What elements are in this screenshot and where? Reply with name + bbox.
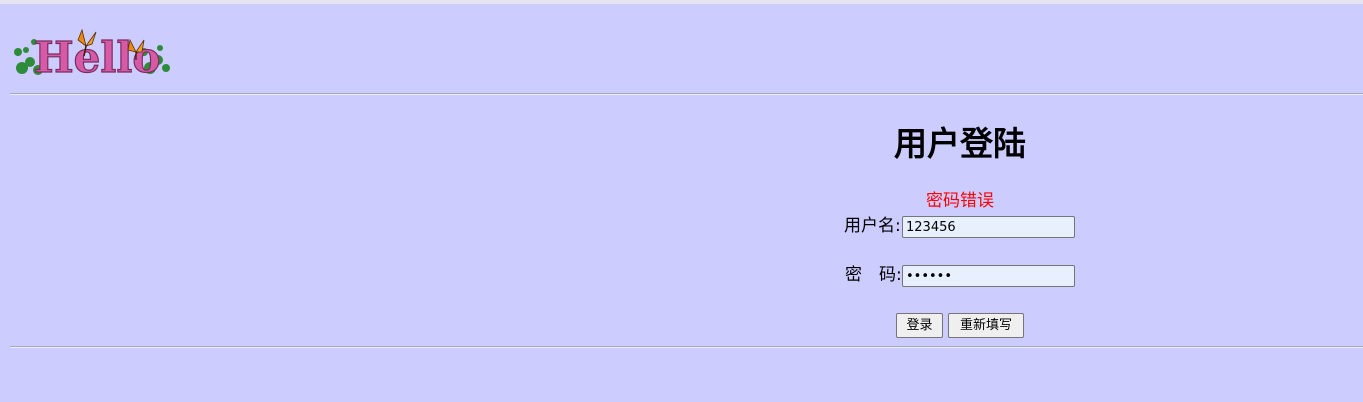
reset-button[interactable]: 重新填写: [948, 313, 1024, 338]
hello-logo-image: Hello: [14, 28, 170, 80]
page-title: 用户登陆: [894, 124, 1026, 163]
bottom-divider: [10, 346, 1363, 348]
error-message: 密码错误: [926, 191, 994, 211]
login-button[interactable]: 登录: [896, 313, 943, 338]
window-top-strip: [0, 0, 1363, 4]
logo-text: Hello: [34, 33, 160, 80]
top-divider: [10, 93, 1363, 95]
username-input[interactable]: [902, 216, 1075, 238]
password-input[interactable]: [902, 265, 1075, 287]
password-label: 密 码:: [845, 265, 902, 285]
username-label: 用户名:: [844, 216, 901, 236]
